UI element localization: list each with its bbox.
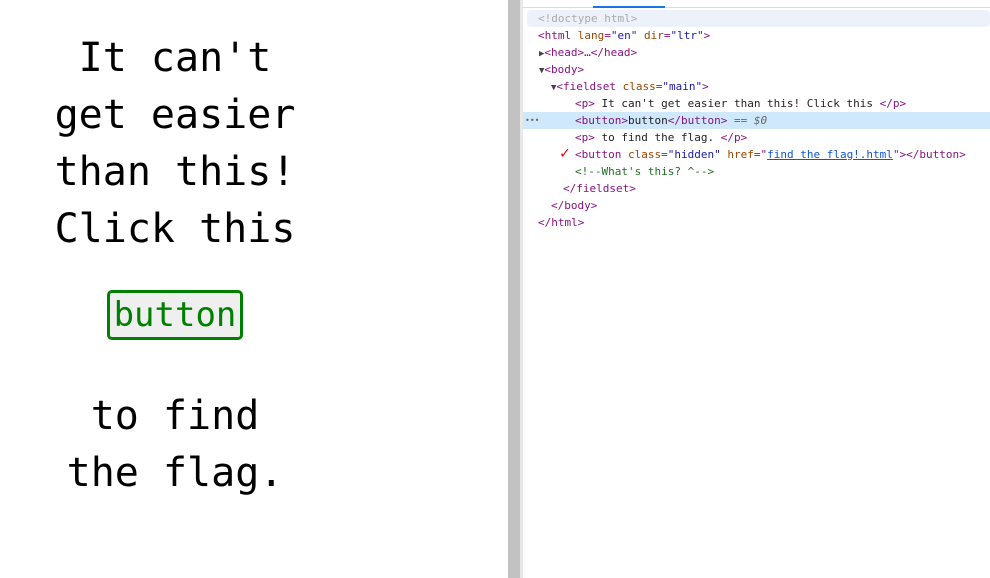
dom-node-html[interactable]: <html lang="en" dir="ltr"> <box>523 27 990 44</box>
text-line: than this! <box>54 149 296 195</box>
comment-text: <!--What's this? ^--> <box>575 165 715 178</box>
text-line: the flag. <box>66 450 284 496</box>
devtools-elements-panel: <!doctype html> <html lang="en" dir="ltr… <box>523 0 990 578</box>
attr-name: dir <box>644 29 664 42</box>
doctype-text: <!doctype html> <box>538 12 638 25</box>
dom-node-head[interactable]: ▶<head>…</head> <box>523 44 990 61</box>
text-line: get easier <box>54 92 296 138</box>
text-line: Click this <box>54 206 296 252</box>
click-button[interactable]: button <box>106 290 244 340</box>
dom-node-body[interactable]: ▼<body> <box>523 61 990 78</box>
dom-node-fieldset[interactable]: ▼<fieldset class="main"> <box>523 78 990 95</box>
tag: <html <box>538 29 572 42</box>
attr-value: "main" <box>662 80 703 93</box>
intro-paragraph: It can't get easier than this! Click thi… <box>0 30 350 258</box>
text-node: It can't get easier than this! Click thi… <box>594 97 880 110</box>
devtools-toolbar <box>523 0 990 8</box>
dom-node-body-close[interactable]: </body> <box>523 197 990 214</box>
dom-node-hidden-button[interactable]: ✓ <button class="hidden" href="find the f… <box>523 143 990 163</box>
dom-node-html-close[interactable]: </html> <box>523 214 990 231</box>
tag: <head>…</head> <box>544 46 638 59</box>
text-node: button <box>627 114 668 127</box>
more-options-icon[interactable]: ••• <box>525 112 539 129</box>
dom-node-p1[interactable]: <p> It can't get easier than this! Click… <box>523 95 990 112</box>
attr-value: "hidden" <box>667 148 721 161</box>
text-line: to find <box>90 393 260 439</box>
panel-resize-handle[interactable] <box>508 0 520 578</box>
dom-node-button-selected[interactable]: ••• <button>button</button> == $0 <box>523 112 990 129</box>
text-node: to find the flag. <box>594 131 721 144</box>
tag: <body> <box>544 63 585 76</box>
tag: </fieldset> <box>563 182 636 195</box>
outro-paragraph: to find the flag. <box>0 388 350 502</box>
active-tab-indicator <box>593 6 665 8</box>
attr-name: lang <box>577 29 605 42</box>
dom-node-doctype[interactable]: <!doctype html> <box>527 10 990 27</box>
attr-value: "ltr" <box>670 29 704 42</box>
red-checkmark-icon: ✓ <box>560 143 570 162</box>
tag: <fieldset <box>556 80 617 93</box>
attr-name: class <box>622 80 656 93</box>
selected-marker: == $0 <box>733 114 768 127</box>
dom-node-comment[interactable]: <!--What's this? ^--> <box>523 163 990 180</box>
tag: </html> <box>538 216 585 229</box>
rendered-page: It can't get easier than this! Click thi… <box>0 0 508 578</box>
text-line: It can't <box>78 35 272 81</box>
tag: </body> <box>551 199 598 212</box>
href-link[interactable]: find the flag!.html <box>767 148 893 161</box>
fieldset-main: It can't get easier than this! Click thi… <box>0 30 350 502</box>
dom-node-fieldset-close[interactable]: </fieldset> <box>523 180 990 197</box>
dom-node-p2[interactable]: <p> to find the flag. </p> <box>523 129 990 146</box>
attr-value: "en" <box>610 29 638 42</box>
